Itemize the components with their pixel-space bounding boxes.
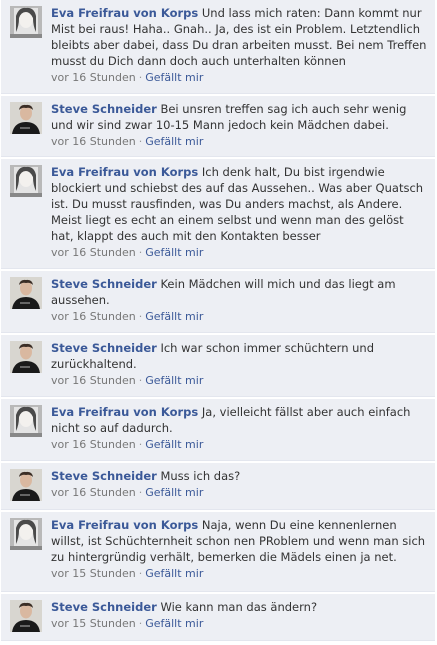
separator-dot: · (138, 310, 143, 323)
comment-meta: vor 16 Stunden · Gefällt mir (51, 70, 429, 86)
avatar[interactable] (10, 102, 42, 134)
comment-author[interactable]: Steve Schneider (51, 277, 157, 291)
comment-timestamp[interactable]: vor 16 Stunden (51, 71, 136, 84)
comment-item: Eva Freifrau von Korps Ich denk halt, Du… (1, 159, 435, 269)
comment-body: Steve Schneider Wie kann man das ändern?… (51, 599, 429, 632)
comment-author[interactable]: Eva Freifrau von Korps (51, 405, 198, 419)
comment-body: Steve Schneider Bei unsren treffen sag i… (51, 101, 429, 150)
like-link[interactable]: Gefällt mir (145, 374, 203, 387)
avatar[interactable] (10, 600, 42, 632)
comment-meta: vor 16 Stunden · Gefällt mir (51, 245, 429, 261)
comment-meta: vor 16 Stunden · Gefällt mir (51, 373, 429, 389)
separator-dot: · (138, 246, 143, 259)
avatar[interactable] (10, 469, 42, 501)
separator-dot: · (138, 438, 143, 451)
like-link[interactable]: Gefällt mir (145, 246, 203, 259)
comment-timestamp[interactable]: vor 16 Stunden (51, 374, 136, 387)
comment-timestamp[interactable]: vor 16 Stunden (51, 438, 136, 451)
avatar[interactable] (10, 277, 42, 309)
comment-item: Steve Schneider Muss ich das? vor 16 Stu… (1, 463, 435, 510)
separator-dot: · (138, 374, 143, 387)
comment-author[interactable]: Eva Freifrau von Korps (51, 518, 198, 532)
comment-item: Steve Schneider Wie kann man das ändern?… (1, 594, 435, 641)
avatar[interactable] (10, 341, 42, 373)
like-link[interactable]: Gefällt mir (145, 71, 203, 84)
comment-author[interactable]: Eva Freifrau von Korps (51, 6, 198, 20)
comment-timestamp[interactable]: vor 16 Stunden (51, 135, 136, 148)
comment-author[interactable]: Steve Schneider (51, 341, 157, 355)
like-link[interactable]: Gefällt mir (145, 486, 203, 499)
avatar[interactable] (10, 165, 42, 197)
avatar[interactable] (10, 6, 42, 38)
separator-dot: · (138, 567, 143, 580)
avatar[interactable] (10, 518, 42, 550)
avatar[interactable] (10, 405, 42, 437)
separator-dot: · (138, 135, 143, 148)
separator-dot: · (138, 71, 143, 84)
comment-timestamp[interactable]: vor 15 Stunden (51, 617, 136, 630)
comment-item: Eva Freifrau von Korps Ja, vielleicht fä… (1, 399, 435, 461)
comment-body: Steve Schneider Ich war schon immer schü… (51, 340, 429, 389)
like-link[interactable]: Gefällt mir (145, 310, 203, 323)
comment-timestamp[interactable]: vor 16 Stunden (51, 310, 136, 323)
comment-meta: vor 16 Stunden · Gefällt mir (51, 309, 429, 325)
like-link[interactable]: Gefällt mir (145, 438, 203, 451)
comment-thread: Eva Freifrau von Korps Und lass mich rat… (0, 0, 437, 645)
comment-meta: vor 16 Stunden · Gefällt mir (51, 134, 429, 150)
comment-item: Steve Schneider Bei unsren treffen sag i… (1, 96, 435, 157)
comment-text: Muss ich das? (160, 469, 241, 483)
comment-body: Steve Schneider Kein Mädchen will mich u… (51, 276, 429, 325)
comment-author[interactable]: Steve Schneider (51, 102, 157, 116)
comment-meta: vor 15 Stunden · Gefällt mir (51, 566, 429, 582)
comment-item: Steve Schneider Kein Mädchen will mich u… (1, 271, 435, 333)
comment-body: Eva Freifrau von Korps Ich denk halt, Du… (51, 164, 429, 261)
like-link[interactable]: Gefällt mir (145, 135, 203, 148)
comment-author[interactable]: Eva Freifrau von Korps (51, 165, 198, 179)
comment-body: Eva Freifrau von Korps Ja, vielleicht fä… (51, 404, 429, 453)
comment-author[interactable]: Steve Schneider (51, 469, 157, 483)
comment-timestamp[interactable]: vor 15 Stunden (51, 567, 136, 580)
separator-dot: · (138, 486, 143, 499)
comment-item: Eva Freifrau von Korps Naja, wenn Du ein… (1, 512, 435, 592)
comment-item: Steve Schneider Ich war schon immer schü… (1, 335, 435, 397)
like-link[interactable]: Gefällt mir (145, 617, 203, 630)
separator-dot: · (138, 617, 143, 630)
comment-body: Steve Schneider Muss ich das? vor 16 Stu… (51, 468, 429, 501)
comment-body: Eva Freifrau von Korps Und lass mich rat… (51, 5, 429, 86)
comment-item: Eva Freifrau von Korps Und lass mich rat… (1, 0, 435, 94)
comment-timestamp[interactable]: vor 16 Stunden (51, 246, 136, 259)
comment-meta: vor 16 Stunden · Gefällt mir (51, 437, 429, 453)
comment-body: Eva Freifrau von Korps Naja, wenn Du ein… (51, 517, 429, 582)
comment-meta: vor 15 Stunden · Gefällt mir (51, 616, 429, 632)
comment-timestamp[interactable]: vor 16 Stunden (51, 486, 136, 499)
comment-meta: vor 16 Stunden · Gefällt mir (51, 485, 429, 501)
like-link[interactable]: Gefällt mir (145, 567, 203, 580)
comment-author[interactable]: Steve Schneider (51, 600, 157, 614)
comment-text: Wie kann man das ändern? (160, 600, 318, 614)
